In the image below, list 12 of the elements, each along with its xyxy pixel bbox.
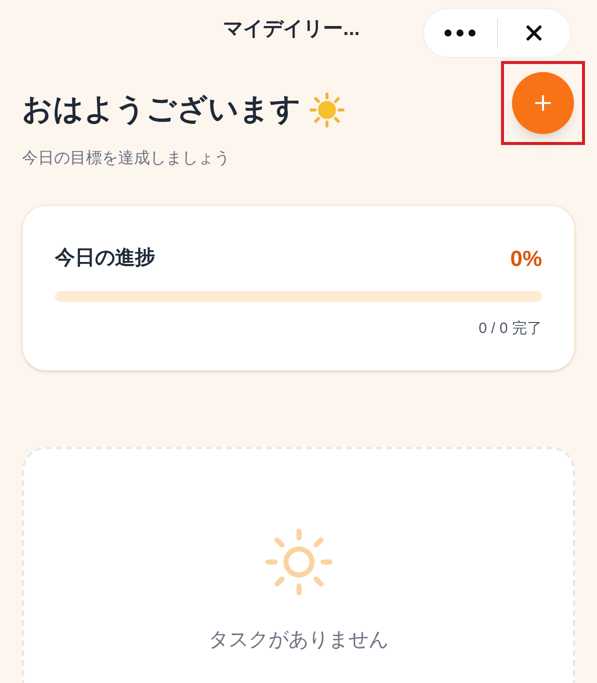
progress-count: 0 / 0 完了 (478, 318, 542, 339)
empty-message: タスクがありません (208, 628, 388, 654)
sun-icon (264, 527, 334, 598)
greeting-subtitle: 今日の目標を達成しましょう (22, 148, 231, 169)
more-icon (444, 29, 476, 37)
plus-icon (534, 94, 552, 112)
greeting-heading: おはようございます (22, 92, 301, 128)
progress-percent: 0% (510, 244, 542, 273)
progress-title: 今日の進捗 (55, 246, 155, 272)
close-icon (526, 25, 542, 41)
app-title: マイデイリー... (223, 16, 360, 42)
sun-icon (309, 92, 345, 128)
